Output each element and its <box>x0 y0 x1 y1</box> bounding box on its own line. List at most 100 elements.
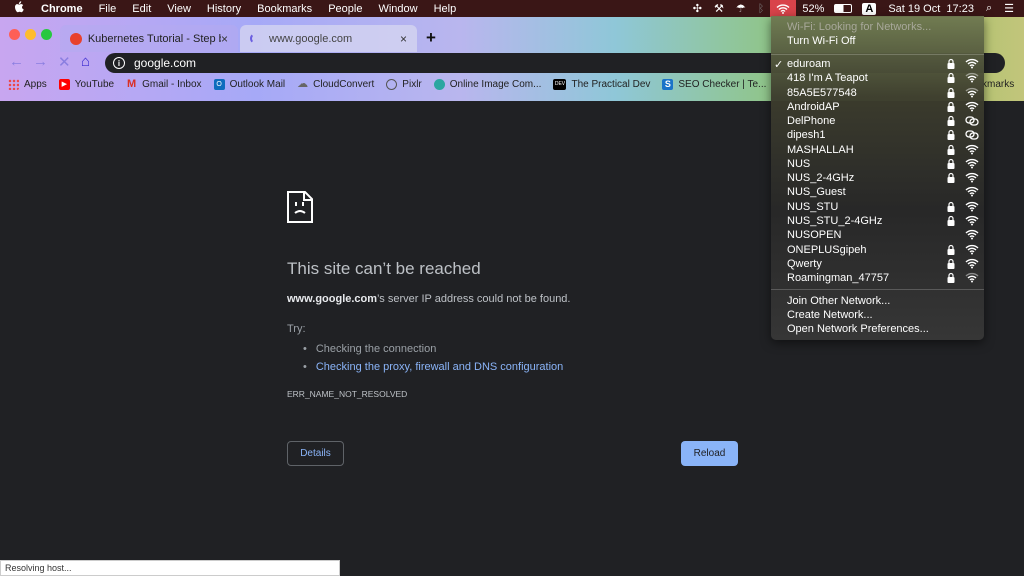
youtube-icon: ▶ <box>58 79 70 90</box>
reload-button[interactable]: Reload <box>681 441 738 466</box>
bookmark-label: Pixlr <box>402 79 422 90</box>
tools-status-icon[interactable]: ⚒ <box>708 2 730 15</box>
create-network-item[interactable]: Create Network... <box>787 308 974 322</box>
lock-icon <box>947 87 955 98</box>
suggestion-link-proxy[interactable]: Checking the proxy, firewall and DNS con… <box>303 358 563 376</box>
input-source-icon[interactable]: A <box>862 2 877 15</box>
network-item[interactable]: dipesh1 <box>787 128 979 142</box>
stop-button[interactable]: ✕ <box>58 53 71 71</box>
bookmark-label: SEO Checker | Te... <box>678 79 767 90</box>
bookmark-pixlr[interactable]: Pixlr <box>386 79 422 90</box>
wifi-signal-icon <box>965 58 979 69</box>
wifi-signal-icon <box>965 172 979 183</box>
join-other-network-item[interactable]: Join Other Network... <box>787 294 974 308</box>
tab-google[interactable]: www.google.com × <box>240 25 417 52</box>
wifi-signal-icon <box>965 87 979 98</box>
lock-icon <box>947 58 955 69</box>
forward-button[interactable]: → <box>33 53 48 70</box>
wifi-signal-icon <box>965 144 979 155</box>
wifi-status-button[interactable] <box>770 0 797 17</box>
lock-icon <box>947 158 955 169</box>
bookmark-online-image[interactable]: Online Image Com... <box>433 79 542 90</box>
network-name: dipesh1 <box>787 129 826 142</box>
menu-help[interactable]: Help <box>426 3 465 15</box>
wifi-signal-icon <box>965 158 979 169</box>
minimize-window-button[interactable] <box>25 29 36 40</box>
dev-icon: DEV <box>553 79 567 90</box>
network-item[interactable]: NUS_STU <box>787 200 979 214</box>
bookmark-cloudconvert[interactable]: ☁ CloudConvert <box>297 79 374 91</box>
close-window-button[interactable] <box>9 29 20 40</box>
wifi-signal-icon <box>965 272 979 283</box>
bookmark-label: Apps <box>24 79 47 90</box>
bookmark-youtube[interactable]: ▶ YouTube <box>58 79 115 90</box>
new-tab-button[interactable]: + <box>426 28 436 48</box>
menu-window[interactable]: Window <box>370 3 425 15</box>
wifi-icon <box>776 3 790 14</box>
tab-kubernetes-tutorial[interactable]: Kubernetes Tutorial - Step by S × <box>60 25 238 52</box>
spotlight-search-icon[interactable]: ⌕ <box>980 2 998 15</box>
home-button[interactable]: ⌂ <box>81 53 90 70</box>
menu-file[interactable]: File <box>91 3 125 15</box>
checkmark-icon: ✓ <box>774 58 784 71</box>
network-item[interactable]: NUS_2-4GHz <box>787 171 979 185</box>
network-item[interactable]: MASHALLAH <box>787 143 979 157</box>
other-bookmarks[interactable]: kmarks <box>982 79 1014 90</box>
network-item[interactable]: NUS_STU_2-4GHz <box>787 214 979 228</box>
bookmark-practical-dev[interactable]: DEV The Practical Dev <box>553 79 650 90</box>
wifi-signal-icon <box>965 215 979 226</box>
menu-app-chrome[interactable]: Chrome <box>33 3 91 15</box>
close-tab-icon[interactable]: × <box>221 32 228 46</box>
wifi-signal-icon <box>965 258 979 269</box>
network-item[interactable]: NUS <box>787 157 979 171</box>
lock-icon <box>947 130 955 141</box>
network-name: DelPhone <box>787 115 836 128</box>
close-tab-icon[interactable]: × <box>400 32 407 46</box>
network-item[interactable]: NUS_Guest <box>787 185 979 199</box>
menu-bookmarks[interactable]: Bookmarks <box>249 3 320 15</box>
menu-edit[interactable]: Edit <box>124 3 159 15</box>
open-network-preferences-item[interactable]: Open Network Preferences... <box>787 322 974 336</box>
battery-percent[interactable]: 52% <box>796 3 830 15</box>
maximize-window-button[interactable] <box>41 29 52 40</box>
bookmarks-bar: Apps ▶ YouTube M Gmail - Inbox O Outlook Ma… <box>8 79 778 90</box>
network-item[interactable]: ✓ eduroam <box>774 57 979 71</box>
extension-status-icon[interactable]: ✣ <box>687 2 708 15</box>
turn-wifi-off-item[interactable]: Turn Wi-Fi Off <box>787 34 974 48</box>
umbrella-icon[interactable]: ☂ <box>730 2 752 15</box>
bookmark-label: The Practical Dev <box>571 79 651 90</box>
menu-bar: Chrome File Edit View History Bookmarks … <box>0 0 1024 17</box>
bookmark-seo-checker[interactable]: S SEO Checker | Te... <box>662 79 766 90</box>
network-item[interactable]: AndroidAP <box>787 100 979 114</box>
network-item[interactable]: Roamingman_47757 <box>787 271 979 285</box>
bookmark-label: Online Image Com... <box>449 79 542 90</box>
bookmark-label: YouTube <box>74 79 115 90</box>
network-item[interactable]: NUSOPEN <box>787 228 979 242</box>
menu-view[interactable]: View <box>159 3 199 15</box>
bookmark-outlook[interactable]: O Outlook Mail <box>213 79 285 90</box>
bookmark-apps[interactable]: Apps <box>8 79 47 90</box>
wifi-signal-icon <box>965 230 979 240</box>
back-button[interactable]: ← <box>9 53 24 70</box>
battery-icon[interactable] <box>830 3 856 15</box>
kubernetes-favicon-icon <box>70 32 82 45</box>
network-item[interactable]: DelPhone <box>787 114 979 128</box>
details-button[interactable]: Details <box>287 441 344 466</box>
network-item[interactable]: 85A5E577548 <box>787 86 979 100</box>
datetime[interactable]: Sat 19 Oct 17:23 <box>882 3 980 15</box>
bookmark-gmail[interactable]: M Gmail - Inbox <box>126 79 202 91</box>
seo-icon: S <box>662 79 674 90</box>
hotspot-icon <box>965 130 979 140</box>
network-item[interactable]: Qwerty <box>787 257 979 271</box>
network-item[interactable]: 418 I'm A Teapot <box>787 71 979 85</box>
site-info-icon[interactable]: i <box>113 57 125 69</box>
network-item[interactable]: ONEPLUSgipeh <box>787 243 979 257</box>
apple-menu-icon[interactable] <box>0 1 33 16</box>
notification-center-icon[interactable]: ☰ <box>998 2 1024 15</box>
bookmark-label: Gmail - Inbox <box>142 79 202 90</box>
menu-people[interactable]: People <box>320 3 370 15</box>
menu-history[interactable]: History <box>199 3 249 15</box>
hotspot-icon <box>965 116 979 126</box>
lock-icon <box>947 73 955 84</box>
bluetooth-icon[interactable]: ᛒ <box>752 3 771 15</box>
